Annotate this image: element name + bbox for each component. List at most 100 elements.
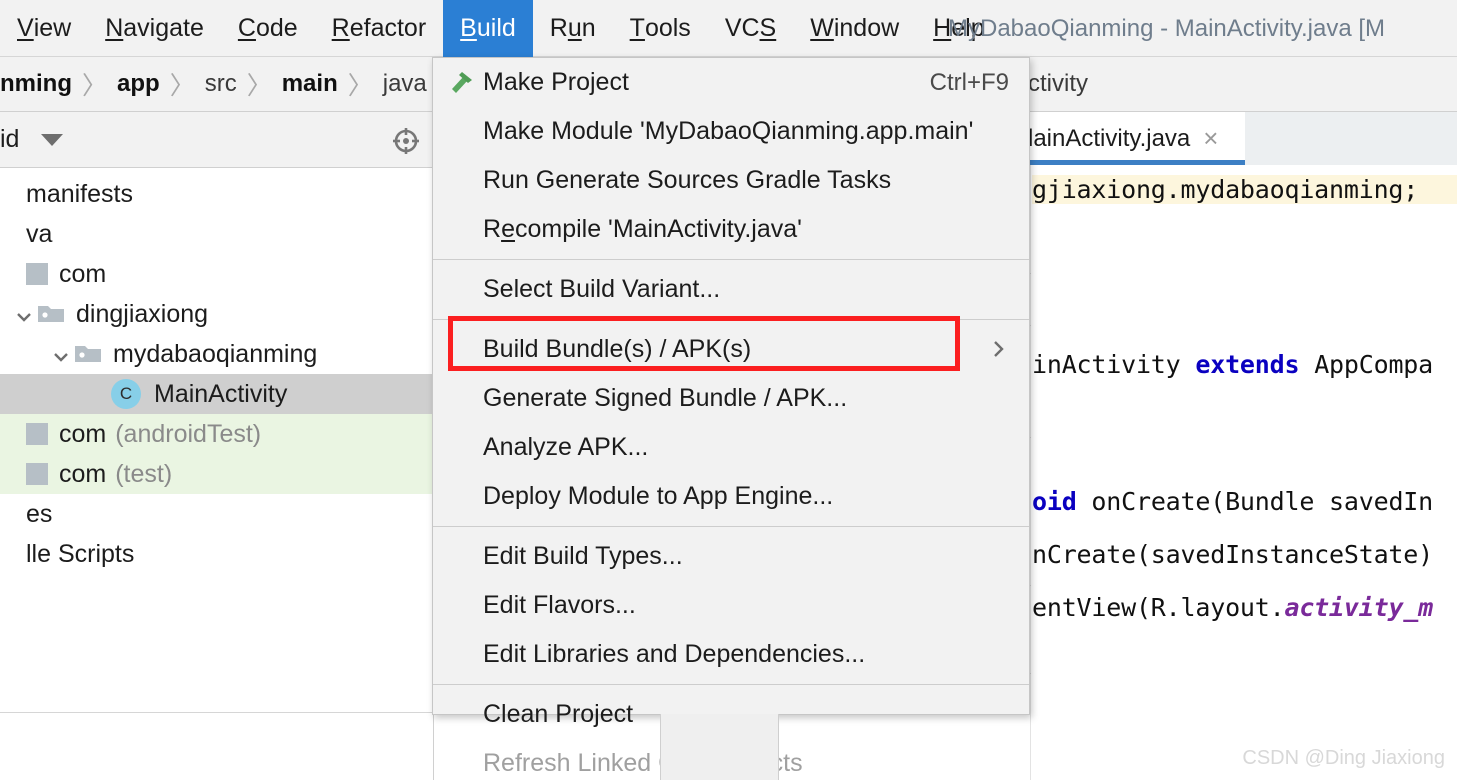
build-menu-dropdown[interactable]: Make Project Ctrl+F9 Make Module 'MyDabaoQ…: [432, 57, 1030, 777]
close-icon[interactable]: ×: [1203, 123, 1218, 154]
twisty-placeholder: [0, 421, 26, 447]
tree-item-mydabaoqianming[interactable]: mydabaoqianming: [0, 334, 433, 374]
menu-item-label: Build Bundle(s) / APK(s): [483, 335, 752, 363]
tree-item-com[interactable]: com (test): [0, 454, 433, 494]
tree-item-label: manifests: [26, 179, 133, 208]
tree-item-label: lle Scripts: [26, 539, 135, 568]
twisty-placeholder: [0, 461, 26, 487]
menu-item-label: Make Project: [483, 68, 629, 96]
tree-item-dingjiaxiong[interactable]: dingjiaxiong: [0, 294, 433, 334]
breadcrumb-separator: 〉: [169, 72, 195, 100]
tree-item-mainactivity[interactable]: C MainActivity: [0, 374, 433, 414]
tab-label: lainActivity.java: [1028, 124, 1191, 152]
code-line: entView(R.layout.activity_m: [1032, 593, 1433, 622]
tree-item-label: com: [59, 459, 107, 488]
menu-separator: [433, 259, 1029, 260]
window-title: MyDabaoQianming - MainActivity.java [M: [948, 14, 1386, 42]
package-icon: [26, 263, 48, 285]
menu-separator: [433, 684, 1029, 685]
editor-breadcrumb: ctivity: [1020, 57, 1457, 112]
breadcrumb-item-java[interactable]: java: [383, 70, 427, 98]
tree-item-va[interactable]: va: [0, 214, 433, 254]
menu-item-edit-libraries-and-dependencies[interactable]: Edit Libraries and Dependencies...: [433, 630, 1029, 679]
breadcrumb-item-main[interactable]: main: [282, 70, 338, 98]
menu-run[interactable]: Run: [533, 0, 613, 57]
menu-view[interactable]: View: [0, 0, 88, 57]
menu-vcs[interactable]: VC S: [708, 0, 793, 57]
editor-tabs: lainActivity.java ×: [1020, 112, 1457, 165]
menu-item-label: Select Build Variant...: [483, 275, 721, 303]
chevron-down-icon[interactable]: [48, 341, 74, 367]
tree-item-es[interactable]: es: [0, 494, 433, 534]
menu-item-recompile-mainactivity-java[interactable]: Recompile 'MainActivity.java': [433, 205, 1029, 254]
menu-separator: [433, 526, 1029, 527]
hammer-icon: [446, 67, 476, 97]
tree-item-lle-scripts[interactable]: lle Scripts: [0, 534, 433, 574]
tree-item-com[interactable]: com (androidTest): [0, 414, 433, 454]
status-bar-panel: [660, 714, 779, 780]
menu-item-build-bundle-s-apk-s[interactable]: Build Bundle(s) / APK(s): [433, 325, 1029, 374]
editor-area: ctivity lainActivity.java × gjiaxiong.my…: [1020, 57, 1457, 780]
breadcrumb-separator: 〉: [82, 72, 108, 100]
menu-item-deploy-module-to-app-engine[interactable]: Deploy Module to App Engine...: [433, 472, 1029, 521]
breadcrumb-item-nming[interactable]: nming: [0, 70, 72, 98]
tree-item-scope: (test): [115, 459, 173, 488]
code-line: gjiaxiong.mydabaoqianming;: [1032, 175, 1457, 204]
tree-item-label: MainActivity: [154, 379, 288, 408]
code-editor[interactable]: gjiaxiong.mydabaoqianming; inActivity ext…: [1020, 165, 1457, 780]
menu-item-edit-flavors[interactable]: Edit Flavors...: [433, 581, 1029, 630]
twisty-placeholder: [0, 541, 26, 567]
menu-item-select-build-variant[interactable]: Select Build Variant...: [433, 265, 1029, 314]
chevron-down-icon[interactable]: [11, 301, 37, 327]
code-line: oid onCreate(Bundle savedIn: [1032, 487, 1433, 516]
twisty-placeholder: [0, 501, 26, 527]
project-tree[interactable]: manifests va com dingjiaxiong mydabaoqianmin…: [0, 168, 433, 574]
menu-bar: View Navigate Code Refactor Build Ru n Tools VC S…: [0, 0, 1457, 57]
menu-item-generate-signed-bundle-apk[interactable]: Generate Signed Bundle / APK...: [433, 374, 1029, 423]
menu-refactor[interactable]: Refactor: [315, 0, 444, 57]
watermark: CSDN @Ding Jiaxiong: [1242, 747, 1445, 769]
menu-item-label: Run Generate Sources Gradle Tasks: [483, 166, 892, 194]
twisty-placeholder: [0, 221, 26, 247]
folder-icon: [74, 343, 102, 365]
chevron-right-icon: [987, 338, 1009, 367]
menu-item-run-generate-sources-gradle-tasks[interactable]: Run Generate Sources Gradle Tasks: [433, 156, 1029, 205]
code-line: inActivity extends AppCompa: [1032, 350, 1434, 379]
project-view-selector[interactable]: id: [0, 112, 433, 168]
breadcrumb-item-app[interactable]: app: [117, 70, 160, 98]
tree-item-scope: (androidTest): [115, 419, 262, 448]
menu-item-analyze-apk[interactable]: Analyze APK...: [433, 423, 1029, 472]
menu-code[interactable]: Code: [221, 0, 315, 57]
chevron-down-icon[interactable]: [41, 133, 64, 146]
menu-window[interactable]: Window: [793, 0, 916, 57]
menu-item-make-project[interactable]: Make Project Ctrl+F9: [433, 58, 1029, 107]
breadcrumb-separator: 〉: [246, 72, 272, 100]
tree-item-label: es: [26, 499, 53, 528]
package-icon: [26, 463, 48, 485]
twisty-placeholder: [0, 261, 26, 287]
menu-tools[interactable]: Tools: [613, 0, 708, 57]
tree-item-label: com: [59, 259, 107, 288]
menu-bar-items: View Navigate Code Refactor Build Ru n Tools VC S…: [0, 0, 1002, 57]
package-icon: [26, 423, 48, 445]
twisty-placeholder: [0, 181, 26, 207]
tree-item-label: com: [59, 419, 107, 448]
folder-icon: [37, 303, 65, 325]
tab-mainactivity-java[interactable]: lainActivity.java ×: [1020, 112, 1245, 165]
project-panel: id manifests va com dingjiaxiong mydabaoqian…: [0, 112, 433, 780]
menu-item-label: Analyze APK...: [483, 433, 649, 461]
tree-item-com[interactable]: com: [0, 254, 433, 294]
menu-build[interactable]: Build: [443, 0, 533, 57]
locate-target-icon[interactable]: [391, 126, 421, 156]
menu-item-edit-build-types[interactable]: Edit Build Types...: [433, 532, 1029, 581]
project-view-label: id: [0, 125, 20, 153]
menu-item-label: Clean Project: [483, 700, 634, 728]
menu-item-label: Make Module 'MyDabaoQianming.app.main': [483, 117, 974, 145]
menu-item-label: Deploy Module to App Engine...: [483, 482, 834, 510]
breadcrumb-item-src[interactable]: src: [205, 70, 237, 98]
menu-navigate[interactable]: Navigate: [88, 0, 221, 57]
code-line: nCreate(savedInstanceState): [1032, 540, 1433, 569]
menu-item-make-module-mydabaoqianming-app-main[interactable]: Make Module 'MyDabaoQianming.app.main': [433, 107, 1029, 156]
menu-item-shortcut: Ctrl+F9: [929, 68, 1009, 96]
tree-item-manifests[interactable]: manifests: [0, 174, 433, 214]
